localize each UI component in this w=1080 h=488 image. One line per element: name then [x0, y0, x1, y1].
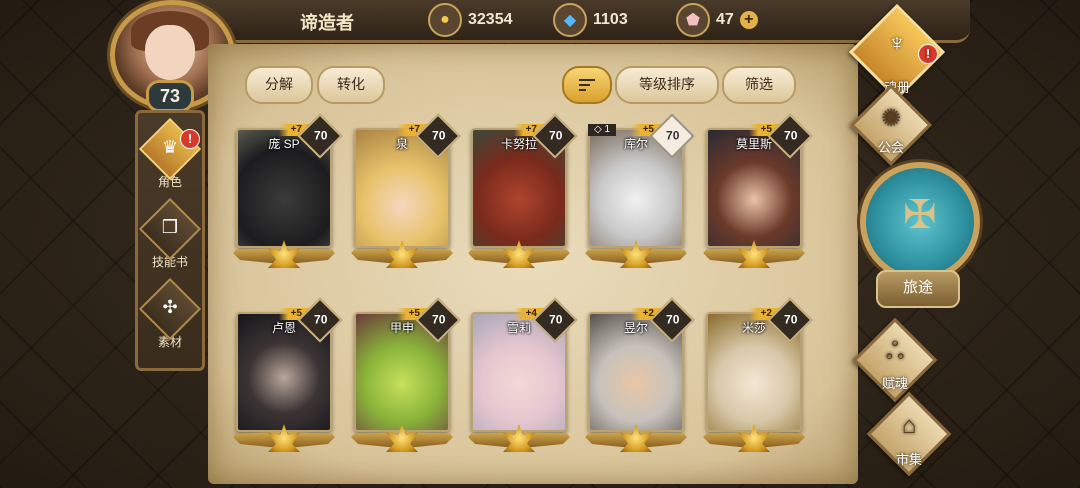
hero-card[interactable]: 泉 +7 70 [348, 113, 461, 268]
hero-card[interactable]: 卡努拉 +7 70 [465, 113, 578, 268]
star-wings-icon [342, 424, 462, 454]
hero-level: 70 [666, 312, 680, 327]
hero-level: 70 [314, 128, 328, 143]
journey-icon: ✠ [860, 162, 980, 282]
filter-button[interactable]: 筛选 [722, 66, 796, 104]
hero-card[interactable]: 雪莉 +4 70 [465, 297, 578, 452]
hero-card[interactable]: 卢恩 +5 70 [230, 297, 343, 452]
star-wings-icon [459, 240, 579, 270]
star-wings-icon [224, 424, 344, 454]
sort-icon [579, 79, 595, 92]
sort-order-button[interactable] [562, 66, 612, 104]
rank-value: 1 [604, 124, 611, 135]
hero-level: 70 [314, 312, 328, 327]
nav-journey[interactable]: ✠ 旅途 [856, 158, 980, 308]
hero-card[interactable]: 莫里斯 +5 70 [700, 113, 813, 268]
nav-guild[interactable]: ✺ 公会 [836, 83, 946, 167]
menu-item-character[interactable]: ♛ 角色 ! [138, 117, 202, 199]
nav-soul-book[interactable]: ♆ 魂册 ! [842, 3, 952, 101]
star-wings-icon [576, 240, 696, 270]
menu-item-material[interactable]: ✣ 素材 [138, 277, 202, 359]
sort-by-level-button[interactable]: 等级排序 [615, 66, 719, 104]
star-wings-icon [224, 240, 344, 270]
player-name: 谛造者 [300, 13, 354, 33]
player-level: 73 [146, 80, 194, 112]
gem-value: 47 [716, 11, 734, 28]
hero-card[interactable]: 甲申 +5 70 [348, 297, 461, 452]
gold-coin-icon: ● [428, 3, 462, 37]
star-wings-icon [576, 424, 696, 454]
resource-gold: ● 32354 [428, 3, 513, 37]
hero-level: 70 [432, 128, 446, 143]
star-wings-icon [694, 240, 814, 270]
crystal-value: 1103 [593, 11, 628, 28]
resource-gem: ⬟ 47 + [676, 3, 758, 37]
hero-level: 70 [549, 128, 563, 143]
nav-label: 旅途 [876, 270, 960, 308]
star-wings-icon [459, 424, 579, 454]
nav-label: 公会 [877, 140, 904, 155]
add-gem-button[interactable]: + [739, 11, 758, 29]
star-wings-icon [694, 424, 814, 454]
decompose-button[interactable]: 分解 [245, 66, 313, 104]
nav-market[interactable]: ⌂ 市集 [854, 391, 964, 480]
hero-level: 70 [666, 128, 680, 143]
hero-card[interactable]: 庞 SP +7 70 [230, 113, 343, 268]
hero-level: 70 [784, 128, 798, 143]
star-wings-icon [342, 240, 462, 270]
hero-level: 70 [784, 312, 798, 327]
alert-badge: ! [180, 129, 200, 149]
hero-card[interactable]: 米莎 +2 70 [700, 297, 813, 452]
menu-item-skill-book[interactable]: ❒ 技能书 [138, 197, 202, 279]
hero-card[interactable]: 昱尔 +2 70 [582, 297, 695, 452]
nav-label: 赋魂 [881, 376, 908, 391]
gold-value: 32354 [468, 11, 513, 28]
pink-gem-icon: ⬟ [676, 3, 710, 37]
nav-soul-infuse[interactable]: ஃ 赋魂 [840, 317, 950, 403]
nav-label: 市集 [895, 452, 922, 467]
resource-crystal: ◆ 1103 [553, 3, 628, 37]
rank-tag: ◇ 1 [588, 124, 617, 136]
blue-crystal-icon: ◆ [553, 3, 587, 37]
hero-level: 70 [432, 312, 446, 327]
hero-card[interactable]: 库尔 +5 ◇ 1 70 [582, 113, 695, 268]
transform-button[interactable]: 转化 [317, 66, 385, 104]
alert-badge: ! [918, 44, 938, 64]
left-menu: ♛ 角色 ! ❒ 技能书 ✣ 素材 [135, 110, 205, 371]
hero-level: 70 [549, 312, 563, 327]
